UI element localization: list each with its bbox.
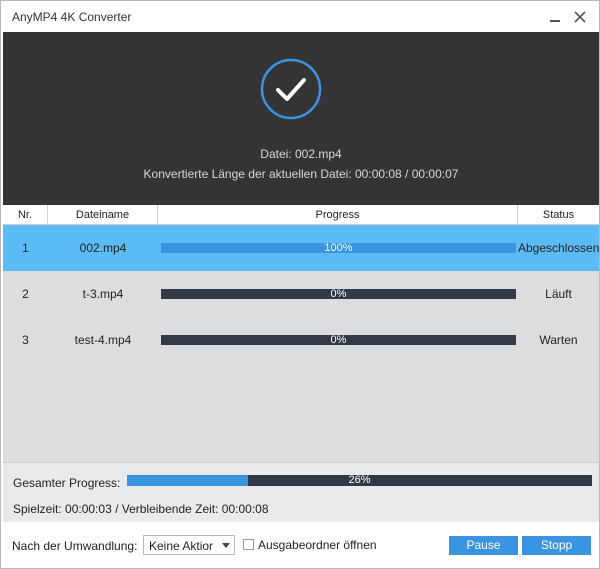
row-status: Läuft <box>545 287 572 301</box>
file-list: 1 002.mp4 100% Abgeschlossen 2 t-3.mp4 0… <box>3 225 599 462</box>
stop-button[interactable]: Stopp <box>522 536 591 555</box>
current-file-text: Datei: 002.mp4 <box>260 147 342 161</box>
header-nr[interactable]: Nr. <box>3 205 48 225</box>
row-progress-label: 0% <box>330 334 347 346</box>
title-bar: AnyMP4 4K Converter <box>1 1 599 31</box>
total-progress-label: Gesamter Progress: <box>13 476 121 490</box>
row-filename: t-3.mp4 <box>82 287 124 301</box>
footer-bar: Nach der Umwandlung: Keine Aktior Ausgab… <box>3 523 599 568</box>
row-status: Warten <box>539 333 578 347</box>
row-progress-label: 0% <box>330 288 347 300</box>
row-progress-label: 100% <box>324 242 353 254</box>
row-filename: 002.mp4 <box>79 241 127 255</box>
table-row[interactable]: 3 test-4.mp4 0% Warten <box>3 317 599 363</box>
window-title: AnyMP4 4K Converter <box>12 10 132 24</box>
row-status: Abgeschlossen <box>518 241 600 255</box>
row-progress-bar: 0% <box>161 288 516 300</box>
row-nr: 1 <box>22 241 29 255</box>
header-progress[interactable]: Progress <box>158 205 518 225</box>
close-x-glyph <box>574 11 586 23</box>
row-nr: 3 <box>22 333 29 347</box>
converter-window: AnyMP4 4K Converter Datei: 002.mp4 Konve… <box>0 0 600 569</box>
row-progress-bar: 100% <box>161 242 516 254</box>
minimize-icon[interactable] <box>546 8 564 26</box>
time-info-text: Spielzeit: 00:00:03 / Verbleibende Zeit:… <box>13 502 269 516</box>
table-row[interactable]: 2 t-3.mp4 0% Läuft <box>3 271 599 317</box>
table-row[interactable]: 1 002.mp4 100% Abgeschlossen <box>3 225 599 271</box>
close-icon[interactable] <box>571 8 589 26</box>
row-nr: 2 <box>22 287 29 301</box>
open-folder-label[interactable]: Ausgabeordner öffnen <box>258 538 377 552</box>
converted-length-text: Konvertierte Länge der aktuellen Datei: … <box>143 167 459 181</box>
after-conversion-select[interactable]: Keine Aktior <box>143 535 235 555</box>
check-circle-icon <box>260 58 322 120</box>
row-progress-bar: 0% <box>161 334 516 346</box>
chevron-down-icon <box>222 543 230 548</box>
total-progress-panel: Gesamter Progress: 26% Spielzeit: 00:00:… <box>3 462 599 522</box>
total-progress-percent: 26% <box>348 474 371 486</box>
after-conversion-label: Nach der Umwandlung: <box>12 539 138 553</box>
row-filename: test-4.mp4 <box>74 333 132 347</box>
total-progress-bar: 26% <box>127 474 592 486</box>
header-filename[interactable]: Dateiname <box>48 205 158 225</box>
open-folder-checkbox[interactable] <box>243 539 254 550</box>
header-status[interactable]: Status <box>518 205 599 225</box>
file-table-header: Nr. Dateiname Progress Status <box>3 205 599 225</box>
after-conversion-value: Keine Aktior <box>149 539 214 553</box>
pause-button[interactable]: Pause <box>449 536 518 555</box>
conversion-banner: Datei: 002.mp4 Konvertierte Länge der ak… <box>3 32 599 205</box>
